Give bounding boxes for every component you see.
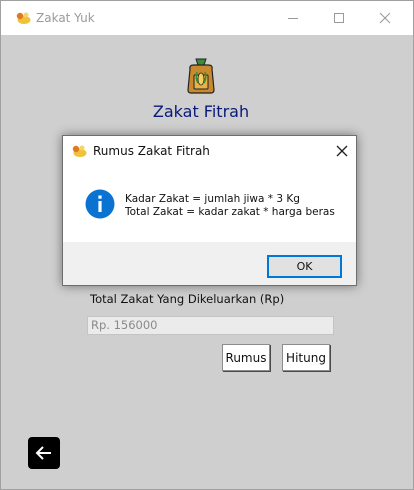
window-title: Zakat Yuk [36, 11, 95, 25]
formula-dialog: Rumus Zakat Fitrah Kadar Zakat = jumlah … [62, 135, 357, 286]
total-zakat-field[interactable]: Rp. 156000 [87, 316, 334, 335]
close-icon [336, 145, 348, 157]
maximize-icon [334, 13, 344, 23]
arrow-left-icon [35, 446, 51, 460]
dialog-title: Rumus Zakat Fitrah [93, 144, 210, 158]
title-bar: Zakat Yuk [1, 1, 413, 35]
maximize-button[interactable] [316, 1, 362, 35]
page-title: Zakat Fitrah [152, 102, 250, 121]
app-logo-icon [72, 145, 87, 157]
back-button[interactable] [28, 437, 60, 469]
info-icon [85, 189, 115, 219]
hitung-button[interactable]: Hitung [282, 344, 330, 371]
minimize-icon [288, 18, 298, 19]
minimize-button[interactable] [270, 1, 316, 35]
formula-line-2: Total Zakat = kadar zakat * harga beras [125, 206, 335, 218]
rumus-button[interactable]: Rumus [222, 344, 270, 371]
close-icon [379, 12, 391, 24]
app-logo-icon [16, 12, 31, 24]
dialog-close-button[interactable] [331, 140, 353, 162]
formula-line-1: Kadar Zakat = jumlah jiwa * 3 Kg [125, 193, 300, 205]
dialog-body: Kadar Zakat = jumlah jiwa * 3 Kg Total Z… [63, 166, 356, 242]
ok-button[interactable]: OK [267, 255, 342, 278]
total-zakat-label: Total Zakat Yang Dikeluarkan (Rp) [90, 292, 285, 306]
close-button[interactable] [362, 1, 408, 35]
dialog-footer: OK [63, 242, 356, 285]
rice-sack-icon [187, 58, 215, 94]
dialog-message: Kadar Zakat = jumlah jiwa * 3 Kg Total Z… [125, 193, 335, 219]
